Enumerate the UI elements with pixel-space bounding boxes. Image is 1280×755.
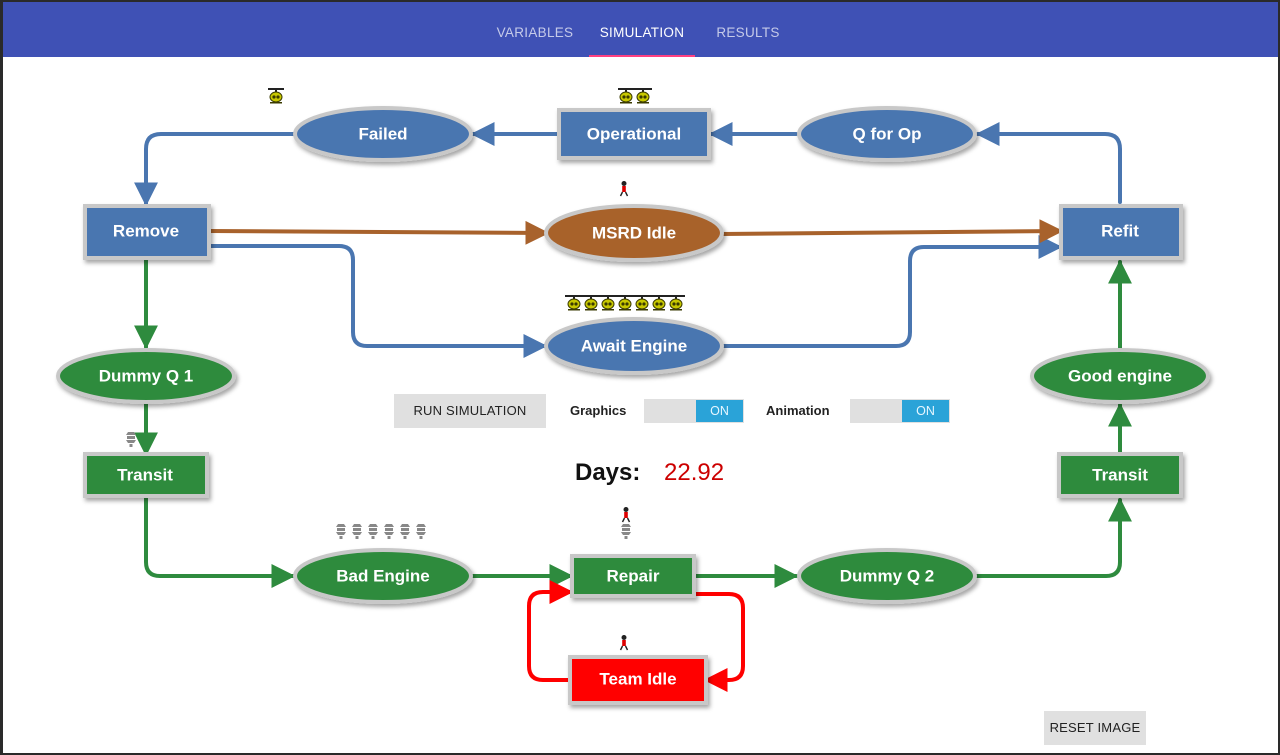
simulation-diagram: Failed Operational Q for Op Remove MSRD … xyxy=(56,87,1210,705)
graphics-toggle[interactable]: ON xyxy=(644,399,744,423)
node-msrd-idle-label: MSRD Idle xyxy=(592,224,676,243)
node-team-idle[interactable]: Team Idle xyxy=(568,655,708,705)
node-refit-label: Refit xyxy=(1101,222,1139,241)
edge-refit-qforop xyxy=(975,122,1122,204)
repair-tokens xyxy=(621,506,631,539)
engine-tokens-bad-engine xyxy=(336,524,426,539)
animation-toggle[interactable]: ON xyxy=(850,399,950,423)
animation-label: Animation xyxy=(766,403,830,418)
node-failed-label: Failed xyxy=(358,125,407,144)
node-refit[interactable]: Refit xyxy=(1059,204,1183,260)
edge-await-refit xyxy=(719,235,1063,348)
node-team-idle-label: Team Idle xyxy=(599,670,676,689)
node-failed[interactable]: Failed xyxy=(293,106,473,162)
helicopter-tokens-await-engine xyxy=(565,294,685,311)
node-dummy-q2[interactable]: Dummy Q 2 xyxy=(797,548,977,604)
node-bad-engine[interactable]: Bad Engine xyxy=(293,548,473,604)
node-dummy-q1[interactable]: Dummy Q 1 xyxy=(56,348,236,404)
days-value: 22.92 xyxy=(664,459,725,486)
animation-toggle-state: ON xyxy=(902,400,949,422)
node-transit-left-label: Transit xyxy=(117,466,173,485)
node-operational[interactable]: Operational xyxy=(557,108,711,160)
edge-remove-msrd xyxy=(206,220,550,245)
edge-msrd-refit xyxy=(720,219,1064,244)
node-dummy-q2-label: Dummy Q 2 xyxy=(840,567,934,586)
engine-token-transit xyxy=(126,432,136,447)
node-repair-label: Repair xyxy=(607,567,660,586)
node-msrd-idle[interactable]: MSRD Idle xyxy=(544,204,724,262)
node-transit-right[interactable]: Transit xyxy=(1057,452,1183,498)
helicopter-token-failed xyxy=(267,87,285,104)
edge-failed-remove xyxy=(134,132,295,207)
days-label: Days: xyxy=(575,459,641,486)
node-good-engine-label: Good engine xyxy=(1068,367,1172,386)
run-simulation-button[interactable]: RUN SIMULATION xyxy=(394,394,546,428)
node-operational-label: Operational xyxy=(587,125,681,144)
app-window: VARIABLES SIMULATION RESULTS Failed Oper… xyxy=(3,2,1278,753)
node-await-engine[interactable]: Await Engine xyxy=(544,317,724,375)
node-q-for-op-label: Q for Op xyxy=(853,125,922,144)
graphics-toggle-state: ON xyxy=(696,400,743,422)
edge-transit-badengine xyxy=(144,496,296,588)
graphics-label: Graphics xyxy=(570,403,627,418)
node-repair[interactable]: Repair xyxy=(570,554,696,598)
node-dummy-q1-label: Dummy Q 1 xyxy=(99,367,193,386)
reset-image-button[interactable]: RESET IMAGE xyxy=(1044,711,1146,745)
node-remove-label: Remove xyxy=(113,222,179,241)
person-token-msrd xyxy=(619,180,629,197)
edge-dummyq2-transit xyxy=(974,497,1132,578)
node-remove[interactable]: Remove xyxy=(83,204,211,260)
node-good-engine[interactable]: Good engine xyxy=(1030,348,1210,404)
node-bad-engine-label: Bad Engine xyxy=(336,567,430,586)
edge-teamidle-repair xyxy=(527,580,574,682)
node-await-engine-label: Await Engine xyxy=(581,337,687,356)
edge-remove-await xyxy=(206,244,548,358)
node-q-for-op[interactable]: Q for Op xyxy=(797,106,977,162)
helicopter-tokens-operational xyxy=(617,87,652,104)
node-transit-right-label: Transit xyxy=(1092,466,1148,485)
person-token-team-idle xyxy=(619,634,629,651)
node-transit-left[interactable]: Transit xyxy=(83,452,209,498)
